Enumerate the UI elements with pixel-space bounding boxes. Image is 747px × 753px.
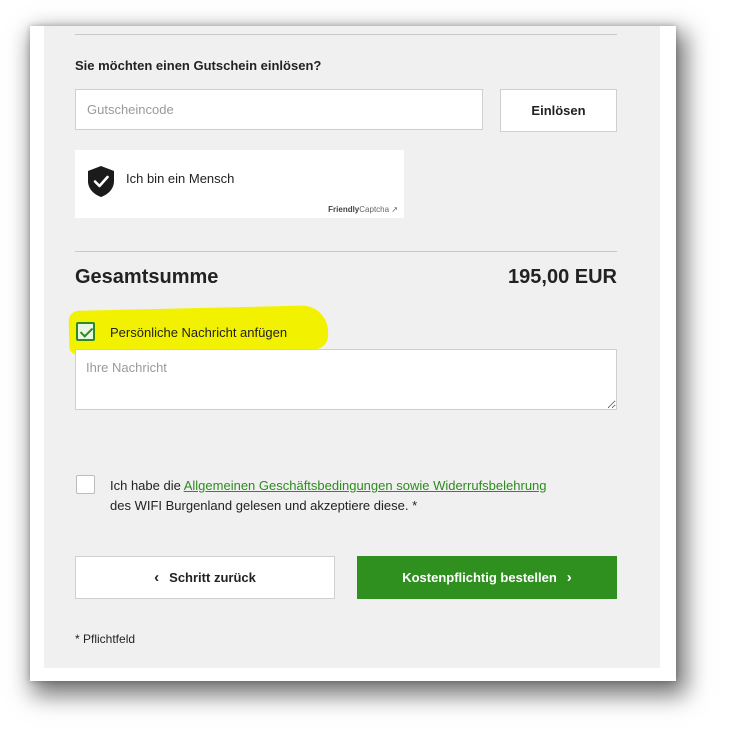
step-back-button[interactable]: ‹ Schritt zurück [75,556,335,599]
total-label: Gesamtsumme [75,266,219,288]
terms-prefix: Ich habe die [110,478,184,493]
personal-message-label: Persönliche Nachricht anfügen [110,325,288,340]
total-amount: 195,00 EUR [508,266,617,288]
captcha-brand-rest: Captcha [359,205,390,214]
required-field-note: * Pflichtfeld [75,632,136,646]
captcha-brand[interactable]: FriendlyCaptcha ↗ [328,205,398,214]
captcha-label: Ich bin ein Mensch [126,171,235,186]
personal-message-textarea[interactable] [75,349,617,410]
chevron-right-icon: › [566,569,572,586]
step-back-label: Schritt zurück [169,570,256,585]
friendly-captcha-widget[interactable]: Ich bin ein Mensch FriendlyCaptcha ↗ [75,150,404,218]
chevron-left-icon: ‹ [154,569,160,586]
terms-suffix: des WIFI Burgenland gelesen und akzeptie… [110,498,418,513]
terms-link[interactable]: Allgemeinen Geschäftsbedingungen sowie W… [184,478,547,493]
voucher-heading: Sie möchten einen Gutschein einlösen? [75,58,322,73]
voucher-code-input[interactable] [75,89,483,130]
terms-checkbox[interactable] [76,475,95,494]
captcha-brand-bold: Friendly [328,205,360,214]
shield-check-icon [88,166,114,197]
terms-text: Ich habe die Allgemeinen Geschäftsbeding… [110,476,620,516]
place-order-label: Kostenpflichtig bestellen [402,570,557,585]
redeem-voucher-button[interactable]: Einlösen [500,89,617,132]
divider-total [75,251,617,252]
personal-message-checkbox[interactable] [76,322,95,341]
place-order-button[interactable]: Kostenpflichtig bestellen › [357,556,617,599]
external-link-icon: ↗ [391,205,398,214]
divider-top [75,34,617,35]
